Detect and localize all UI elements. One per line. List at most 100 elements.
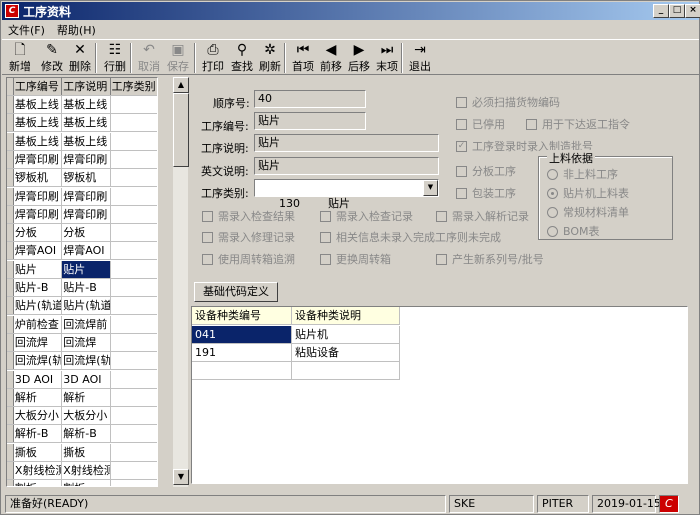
checkbox[interactable]: 已停用 — [456, 116, 505, 132]
scroll-down-icon[interactable]: ▼ — [173, 469, 189, 485]
checkbox[interactable]: 分板工序 — [456, 163, 516, 179]
maximize-button[interactable]: □ — [669, 4, 685, 18]
table-row[interactable]: 解析 解析 — [7, 388, 157, 407]
grid-cell[interactable] — [111, 389, 157, 406]
checkbox[interactable]: 需录入检查结果 — [202, 208, 295, 224]
table-row[interactable] — [192, 362, 400, 380]
toolbar-delete-button[interactable]: ✕ 删除 — [66, 42, 94, 74]
table-row[interactable]: 基板上线 基板上线 — [7, 114, 157, 133]
grid-cell[interactable]: 回流焊 — [62, 333, 111, 351]
radio-option[interactable]: 常规材料清单 — [547, 204, 629, 220]
table-row[interactable]: 基板上线 基板上线 — [7, 96, 157, 114]
toolbar-last-button[interactable]: ⏭ 末项 — [373, 42, 401, 74]
checkbox[interactable]: 产生新系列号/批号 — [436, 251, 544, 267]
menu-file[interactable]: 文件(F) — [2, 22, 51, 38]
grid-cell[interactable]: 焊膏AOI — [62, 242, 111, 260]
toolbar-print-button[interactable]: ⎙ 打印 — [199, 42, 227, 74]
table-row[interactable]: 焊膏印刷 焊膏印刷 — [7, 150, 157, 169]
table-row[interactable]: 贴片-B 贴片-B — [7, 279, 157, 297]
grid-cell[interactable] — [111, 462, 157, 479]
toolbar-undo-button[interactable]: ↶ 取消 — [135, 42, 163, 74]
grid-cell[interactable]: 大板分小 — [14, 407, 63, 425]
toolbar-prev-button[interactable]: ◀ 前移 — [317, 42, 345, 74]
checkbox-box[interactable] — [456, 187, 467, 199]
table-row[interactable]: 割板割板 — [7, 480, 157, 486]
table-row[interactable]: 焊膏印刷 焊膏印刷 — [7, 187, 157, 206]
grid-cell[interactable]: 贴片-B — [62, 279, 111, 296]
grid-cell[interactable] — [111, 224, 157, 241]
grid-cell[interactable]: 贴片 — [62, 260, 111, 278]
close-button[interactable]: × — [685, 4, 700, 18]
grid-cell[interactable]: 大板分小 — [62, 407, 111, 425]
grid-cell[interactable] — [111, 371, 157, 388]
device-grid-cell[interactable]: 041 — [192, 326, 292, 343]
grid-cell[interactable]: 撕板 — [62, 443, 111, 461]
checkbox-box[interactable] — [202, 253, 213, 265]
checkbox-box[interactable]: ✓ — [456, 140, 467, 152]
table-row[interactable]: 回流焊 回流焊 — [7, 333, 157, 352]
checkbox[interactable]: 包装工序 — [456, 185, 516, 201]
device-grid-cell[interactable]: 粘贴设备 — [292, 344, 400, 361]
grid-header-cell[interactable]: 工序类别 — [110, 78, 157, 95]
scroll-up-icon[interactable]: ▲ — [173, 77, 189, 93]
chevron-down-icon[interactable]: ▼ — [423, 180, 438, 196]
grid-cell[interactable]: 基板上线 — [62, 114, 111, 132]
checkbox[interactable]: 相关信息未录入完成工序则未完成 — [320, 229, 501, 245]
checkbox-box[interactable] — [456, 118, 467, 130]
grid-cell[interactable] — [111, 188, 157, 205]
minimize-button[interactable]: _ — [653, 4, 669, 18]
process-list-scrollbar[interactable]: ▲ ▼ — [172, 77, 189, 487]
grid-cell[interactable]: 焊膏印刷 — [62, 205, 111, 223]
device-type-grid[interactable]: 设备种类编号 设备种类说明 041 贴片机 191 粘贴设备 — [191, 306, 688, 484]
grid-cell[interactable]: 割板 — [14, 480, 63, 486]
device-grid-header-cell[interactable]: 设备种类编号 — [192, 307, 292, 324]
grid-cell[interactable]: 分板 — [14, 224, 63, 242]
grid-cell[interactable]: 基板上线 — [62, 96, 111, 113]
grid-cell[interactable]: 焊膏AOI — [14, 242, 63, 260]
grid-cell[interactable]: 回流焊前 — [62, 315, 111, 333]
checkbox-box[interactable] — [436, 253, 447, 265]
checkbox[interactable]: 需录入修理记录 — [202, 229, 295, 245]
grid-cell[interactable]: 分板 — [62, 224, 111, 242]
grid-cell[interactable] — [111, 407, 157, 424]
radio-option[interactable]: 贴片机上料表 — [547, 185, 629, 201]
cat-select[interactable]: 130 贴片 ▼ — [254, 179, 439, 210]
checkbox-box[interactable] — [202, 210, 213, 222]
grid-cell[interactable]: 锣板机 — [62, 169, 111, 187]
grid-cell[interactable] — [111, 114, 157, 131]
grid-cell[interactable] — [111, 96, 157, 113]
device-grid-cell[interactable]: 191 — [192, 344, 292, 361]
device-grid-cell[interactable] — [292, 362, 400, 379]
grid-cell[interactable]: 基板上线 — [14, 96, 63, 113]
grid-header-cell[interactable]: 工序说明 — [62, 78, 111, 95]
grid-cell[interactable]: 回流焊 — [14, 333, 63, 351]
toolbar-first-button[interactable]: ⏮ 首项 — [289, 42, 317, 74]
grid-cell[interactable]: 解析 — [62, 388, 111, 406]
grid-cell[interactable]: 贴片(轨道 — [14, 297, 63, 315]
checkbox-box[interactable] — [320, 231, 331, 243]
grid-cell[interactable]: 贴片(轨道 — [62, 297, 111, 315]
grid-cell[interactable]: X射线检测 — [62, 462, 111, 479]
checkbox[interactable]: 需录入解析记录 — [436, 208, 529, 224]
grid-cell[interactable] — [111, 480, 157, 486]
checkbox-box[interactable] — [456, 96, 467, 108]
table-row[interactable]: X射线检测 X射线检测 — [7, 462, 157, 480]
grid-cell[interactable]: 解析 — [14, 388, 63, 406]
grid-cell[interactable]: X射线检测 — [14, 462, 63, 479]
grid-cell[interactable]: 回流焊(轨 — [14, 352, 63, 370]
toolbar-next-button[interactable]: ▶ 后移 — [345, 42, 373, 74]
grid-cell[interactable]: 解析-B — [62, 425, 111, 443]
table-row[interactable]: 焊膏AOI 焊膏AOI — [7, 242, 157, 261]
process-list-grid[interactable]: 工序编号 工序说明 工序类别 基板上线 基板上线 基板上线 基板上线 基板上线 基板上线 焊膏印刷… — [6, 77, 158, 487]
radio-button[interactable] — [547, 225, 558, 237]
grid-cell[interactable] — [111, 242, 157, 259]
grid-header-cell[interactable]: 工序编号 — [13, 78, 63, 95]
en-field[interactable]: 贴片 — [254, 157, 439, 175]
seq-field[interactable]: 40 — [254, 90, 366, 108]
grid-cell[interactable] — [111, 444, 157, 461]
table-row[interactable]: 3D AOI 3D AOI — [7, 370, 157, 389]
table-row[interactable]: 贴片 贴片 — [7, 260, 157, 279]
grid-cell[interactable]: 3D AOI — [62, 370, 111, 388]
grid-cell[interactable]: 焊膏印刷 — [14, 187, 63, 205]
toolbar-refresh-button[interactable]: ✲ 刷新 — [256, 42, 284, 74]
